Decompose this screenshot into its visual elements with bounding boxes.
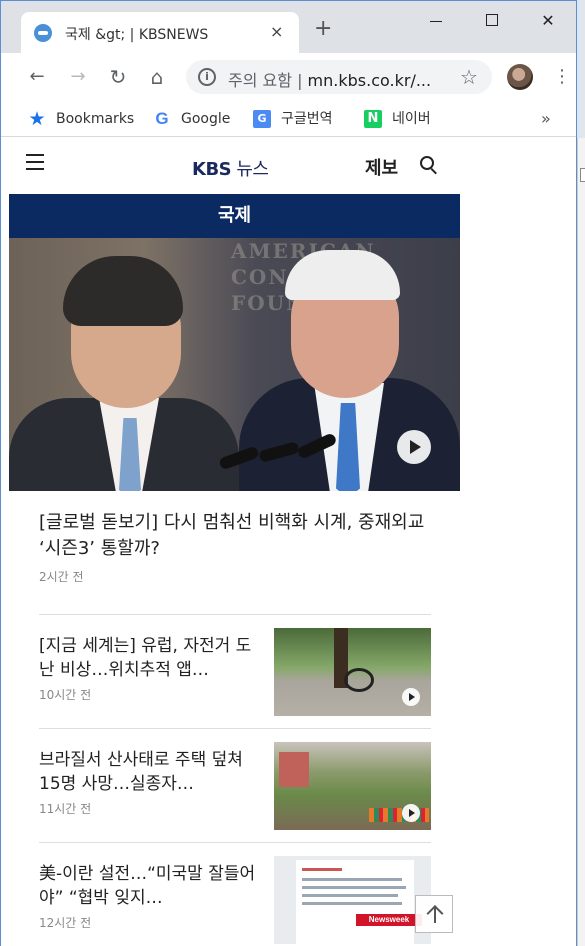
bookmark-bookmarks[interactable]: ★ Bookmarks — [28, 107, 134, 131]
divider — [39, 614, 431, 615]
scroll-to-top-button[interactable] — [415, 895, 453, 933]
divider — [39, 842, 431, 843]
bookmarks-bar: ★ Bookmarks G Google G 구글번역 N 네이버 » — [1, 101, 576, 137]
minimize-icon — [430, 21, 442, 22]
url-separator: | — [297, 71, 303, 90]
security-warning: 주의 요함 — [228, 71, 292, 90]
back-arrow-icon[interactable]: ← — [25, 65, 49, 89]
desktop-window-fragment — [580, 168, 585, 182]
person-left-hair — [63, 256, 183, 326]
list-item-title[interactable]: [지금 세계는] 유럽, 자전거 도난 비상…위치추적 앱… — [39, 634, 259, 682]
thumb-bicycle — [344, 668, 374, 692]
kbs-news-logo[interactable]: KBS 뉴스 — [192, 155, 269, 181]
list-item-time: 10시간 전 — [39, 688, 92, 702]
bookmark-google[interactable]: G Google — [153, 107, 230, 131]
play-video-icon[interactable] — [397, 430, 431, 464]
list-item-thumbnail[interactable] — [274, 742, 431, 830]
window-close-button[interactable]: ✕ — [533, 9, 563, 33]
browser-toolbar: ← → ↻ ⌂ i 주의 요함 | mn.kbs.co.kr/... ☆ ⋮ — [1, 53, 576, 101]
lead-story-time: 2시간 전 — [39, 570, 84, 584]
bookmark-naver[interactable]: N 네이버 — [364, 107, 431, 131]
report-button[interactable]: 제보 — [365, 154, 398, 180]
list-item-thumbnail[interactable]: Newsweek — [274, 856, 431, 944]
list-item-title[interactable]: 美-이란 설전…“미국말 잘들어야” “협박 잊지… — [39, 862, 259, 910]
profile-avatar[interactable] — [507, 64, 533, 90]
tab-close-icon[interactable]: × — [270, 22, 283, 41]
thumb-house — [279, 752, 309, 787]
browser-window: 국제 &gt; | KBSNEWS × + ✕ ← → ↻ ⌂ i 주의 요함 … — [0, 0, 577, 946]
section-title: 국제 — [9, 194, 460, 238]
site-header: KBS 뉴스 제보 — [9, 138, 460, 194]
reload-icon[interactable]: ↻ — [106, 65, 130, 89]
lead-story-image[interactable]: AMERICAN CONSERVA FOUNDATI — [9, 238, 460, 491]
hamburger-menu-icon[interactable] — [26, 154, 44, 170]
tab-kbsnews[interactable]: 국제 &gt; | KBSNEWS × — [21, 12, 299, 53]
play-video-icon[interactable] — [402, 688, 420, 706]
search-icon[interactable] — [420, 156, 438, 175]
lead-story[interactable]: [글로벌 돋보기] 다시 멈춰선 비핵화 시계, 중재외교 ‘시즌3’ 통할까?… — [39, 510, 439, 585]
maximize-icon — [486, 14, 498, 26]
list-item[interactable]: 美-이란 설전…“미국말 잘들어야” “협박 잊지… 12시간 전 Newswe… — [39, 856, 431, 946]
list-item[interactable]: 브라질서 산사태로 주택 덮쳐 15명 사망…실종자… 11시간 전 — [39, 742, 431, 832]
bookmark-translate[interactable]: G 구글번역 — [253, 107, 333, 131]
list-item[interactable]: [지금 세계는] 유럽, 자전거 도난 비상…위치추적 앱… 10시간 전 — [39, 628, 431, 718]
kbs-favicon-icon — [34, 24, 52, 42]
maximize-button[interactable] — [477, 9, 507, 33]
list-item-time: 11시간 전 — [39, 802, 92, 816]
bookmarks-overflow-icon[interactable]: » — [541, 107, 551, 131]
bookmark-label: 구글번역 — [281, 111, 333, 127]
page-content: KBS 뉴스 제보 국제 AMERICAN CONSERVA FOUNDATI — [9, 138, 576, 946]
thumb-crowd — [369, 808, 429, 822]
person-right-hair — [285, 250, 400, 300]
page-blank-area — [460, 138, 576, 946]
address-bar[interactable]: i 주의 요함 | mn.kbs.co.kr/... ☆ — [186, 60, 492, 94]
minimize-button[interactable] — [421, 9, 451, 33]
home-icon[interactable]: ⌂ — [145, 65, 169, 89]
desktop-background — [577, 138, 585, 946]
translate-icon: G — [253, 110, 271, 128]
logo-news: 뉴스 — [231, 159, 269, 180]
list-item-time: 12시간 전 — [39, 916, 92, 930]
info-icon[interactable]: i — [198, 68, 216, 86]
microphones — [209, 432, 339, 478]
bookmark-star-icon[interactable]: ☆ — [460, 65, 478, 89]
bookmark-label: Bookmarks — [56, 111, 135, 127]
tweet-screenshot: Newsweek — [296, 860, 422, 944]
play-video-icon[interactable] — [402, 804, 420, 822]
more-menu-icon[interactable]: ⋮ — [553, 65, 571, 89]
new-tab-button[interactable]: + — [314, 18, 332, 40]
divider — [39, 728, 431, 729]
url: mn.kbs.co.kr/... — [307, 71, 432, 90]
list-item-title[interactable]: 브라질서 산사태로 주택 덮쳐 15명 사망…실종자… — [39, 748, 259, 796]
tab-strip: 국제 &gt; | KBSNEWS × + ✕ — [1, 1, 576, 53]
url-text[interactable]: 주의 요함 | mn.kbs.co.kr/... — [228, 67, 431, 91]
bookmark-label: Google — [181, 111, 231, 127]
newsweek-badge: Newsweek — [356, 914, 422, 926]
google-icon: G — [155, 109, 169, 128]
star-icon: ★ — [28, 108, 46, 130]
forward-arrow-icon[interactable]: → — [66, 65, 90, 89]
naver-icon: N — [364, 110, 382, 128]
logo-kbs: KBS — [192, 159, 232, 180]
bookmark-label: 네이버 — [392, 111, 431, 127]
lead-story-title[interactable]: [글로벌 돋보기] 다시 멈춰선 비핵화 시계, 중재외교 ‘시즌3’ 통할까? — [39, 510, 439, 562]
list-item-thumbnail[interactable] — [274, 628, 431, 716]
tab-title: 국제 &gt; | KBSNEWS — [65, 27, 209, 43]
